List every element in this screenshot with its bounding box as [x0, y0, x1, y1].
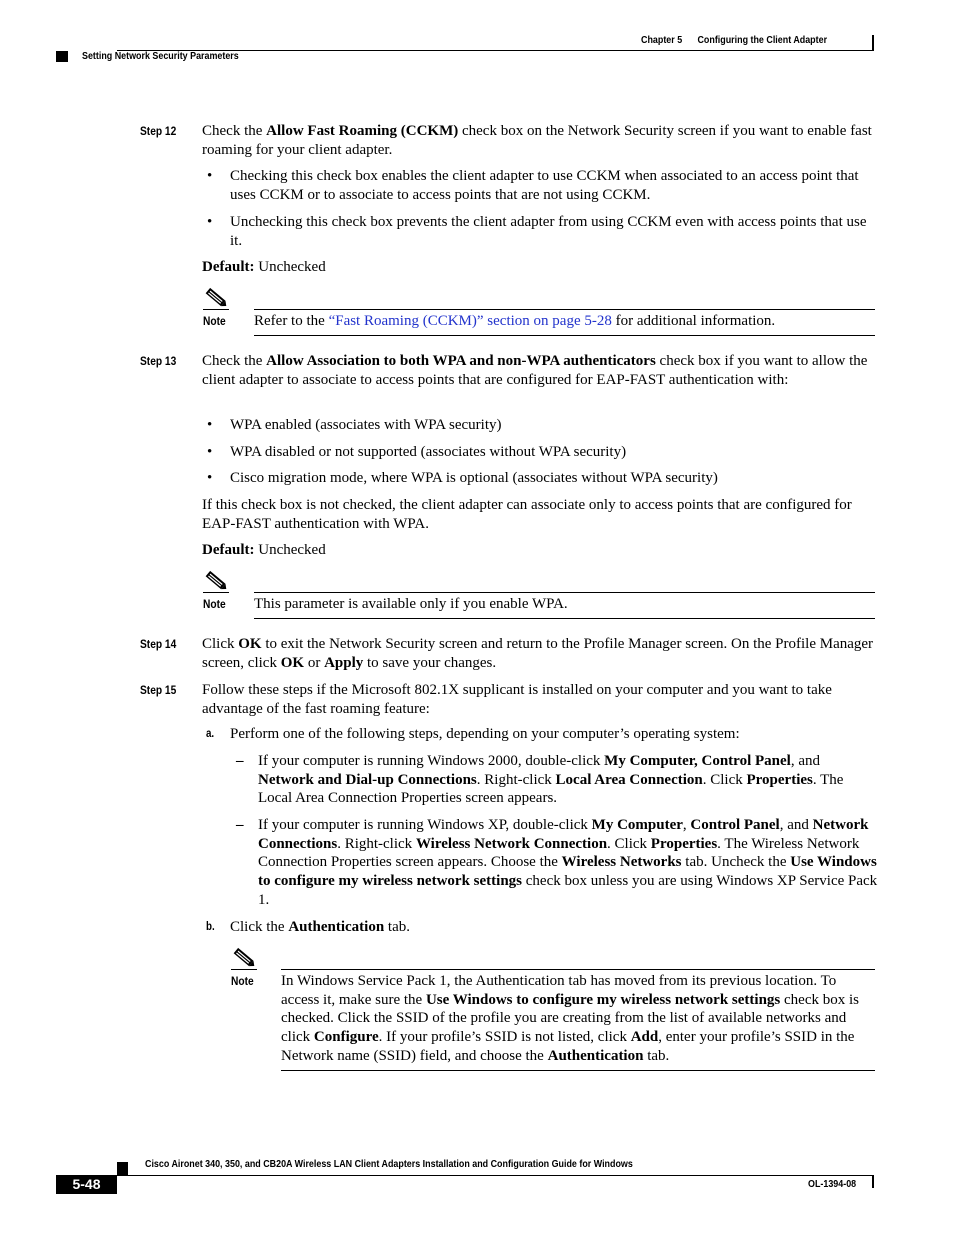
- step-13-text: Check the Allow Association to both WPA …: [202, 353, 868, 388]
- note-text: This parameter is available only if you …: [254, 596, 568, 612]
- page-number: 5-48: [56, 1175, 117, 1194]
- note-bottom-rule: [281, 1070, 875, 1071]
- bullet-icon: •: [207, 417, 213, 433]
- note-icon-underline: [203, 309, 229, 310]
- note-label: Note: [203, 314, 226, 328]
- bullet-icon: •: [207, 214, 213, 230]
- substep-b-label: b.: [206, 921, 215, 933]
- document-number: OL-1394-08: [808, 1178, 857, 1190]
- note-icon-underline: [203, 592, 229, 593]
- header-marker-block: [56, 51, 68, 62]
- bullet-icon: •: [207, 470, 213, 486]
- chapter-title: Configuring the Client Adapter: [697, 34, 828, 46]
- guide-title: Cisco Aironet 340, 350, and CB20A Wirele…: [145, 1158, 633, 1170]
- step-12-text: Check the Allow Fast Roaming (CCKM) chec…: [202, 123, 872, 158]
- fast-roaming-section-link[interactable]: “Fast Roaming (CCKM)” section on page 5-…: [329, 313, 612, 329]
- bullet-icon: •: [207, 444, 213, 460]
- note-label: Note: [231, 974, 254, 988]
- note-icon-underline: [231, 969, 257, 970]
- step-13-extra: If this check box is not checked, the cl…: [202, 497, 852, 532]
- step-12-label: Step 12: [140, 124, 177, 138]
- note-label: Note: [203, 597, 226, 611]
- note-top-rule: [254, 592, 875, 593]
- bullet-icon: •: [207, 168, 213, 184]
- step-15-label: Step 15: [140, 683, 177, 697]
- step-13-label: Step 13: [140, 354, 177, 368]
- ui-label-apply: Apply: [324, 654, 364, 671]
- chapter-label: Chapter 5: [641, 34, 683, 46]
- note-top-rule: [254, 309, 875, 310]
- substep-b-text: Click the Authentication tab.: [230, 919, 410, 935]
- note-bottom-rule: [254, 335, 875, 336]
- ui-label-ok: OK: [280, 654, 305, 671]
- dash-icon: –: [236, 817, 244, 833]
- note-text: In Windows Service Pack 1, the Authentic…: [281, 973, 859, 1064]
- footer-marker-block: [117, 1162, 128, 1175]
- step-12-default: Default: Unchecked: [202, 259, 326, 275]
- pencil-note-icon: [205, 570, 227, 590]
- step-14-label: Step 14: [140, 637, 177, 651]
- footer-rule: [117, 1175, 874, 1176]
- substep-a-text: Perform one of the following steps, depe…: [230, 726, 740, 742]
- header-divider: [872, 35, 874, 50]
- note-text: Refer to the “Fast Roaming (CCKM)” secti…: [254, 313, 776, 329]
- step-14-text: Click OK to exit the Network Security sc…: [202, 636, 874, 671]
- running-header-chapter: Chapter 5 Configuring the Client Adapter: [641, 34, 827, 46]
- footer-divider: [872, 1176, 874, 1188]
- substep-a-label: a.: [206, 728, 215, 740]
- section-title: Setting Network Security Parameters: [82, 50, 239, 62]
- pencil-note-icon: [233, 947, 255, 967]
- step-13-default: Default: Unchecked: [202, 542, 326, 558]
- ui-label-allow-fast-roaming: Allow Fast Roaming: [266, 123, 397, 139]
- pencil-note-icon: [205, 287, 227, 307]
- ui-label-allow-association: Allow Association to both WPA and non-WP…: [266, 353, 656, 369]
- dash-icon: –: [236, 753, 244, 769]
- ui-label-ok: OK: [238, 636, 262, 652]
- step-15-text: Follow these steps if the Microsoft 802.…: [202, 682, 832, 717]
- note-bottom-rule: [254, 618, 875, 619]
- note-top-rule: [281, 969, 875, 970]
